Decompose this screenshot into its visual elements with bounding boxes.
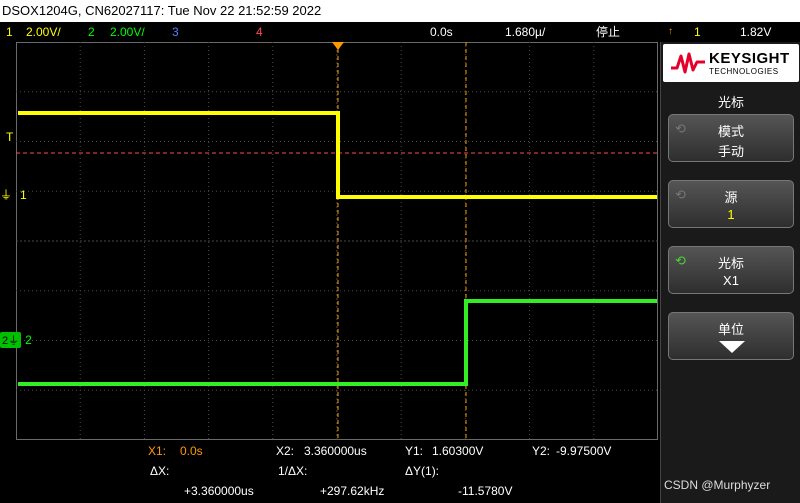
chevron-down-icon (719, 341, 745, 353)
x1-value: 0.0s (180, 444, 203, 458)
channel-status-bar: 1 2.00V/ 2 2.00V/ 3 4 0.0s 1.680µ/ 停止 ↑ … (0, 22, 800, 42)
watermark: CSDN @Murphyzer (664, 478, 771, 492)
softkey-units[interactable]: 单位 (668, 312, 794, 360)
softkey-mode[interactable]: ⟲ 模式 手动 (668, 114, 794, 162)
delta-y-label: ΔY(1): (405, 464, 440, 478)
x1-label: X1: (148, 444, 167, 458)
softkey-value: 手动 (717, 144, 744, 159)
ch4-number[interactable]: 4 (256, 22, 263, 42)
ch1-number[interactable]: 1 (6, 22, 13, 42)
softkey-label: 光标 (717, 256, 744, 271)
trigger-level[interactable]: 1.82V (740, 22, 771, 42)
menu-title: 光标 (717, 95, 744, 110)
keysight-logo: KEYSIGHT TECHNOLOGIES (663, 44, 799, 82)
ch3-number[interactable]: 3 (172, 22, 179, 42)
ch1-ground-marker[interactable]: ⏚ 1 (0, 186, 27, 203)
keysight-wave-icon (671, 52, 705, 74)
ch1-waveform (18, 111, 657, 199)
run-state[interactable]: 停止 (596, 22, 620, 42)
delta-y-value: -11.5780V (458, 484, 513, 498)
ch1-scale[interactable]: 2.00V/ (26, 22, 61, 42)
grid-lines (16, 42, 658, 440)
brand-subtitle: TECHNOLOGIES (709, 67, 779, 76)
softkey-cursors[interactable]: ⟲ 光标 X1 (668, 246, 794, 294)
brand-name: KEYSIGHT (709, 50, 790, 67)
delta-x-label: ΔX: (150, 464, 170, 478)
y1-label: Y1: (405, 444, 424, 458)
ch2-ground-marker[interactable]: 2⏚ 2 (0, 332, 32, 348)
inv-delta-x-label: 1/ΔX: (278, 464, 308, 478)
ch2-number[interactable]: 2 (88, 22, 95, 42)
x2-value: 3.360000us (304, 444, 367, 458)
time-offset[interactable]: 0.0s (430, 22, 453, 42)
time-scale[interactable]: 1.680µ/ (505, 22, 545, 42)
inv-delta-x-value: +297.62kHz (320, 484, 385, 498)
ch2-marker-box: 2⏚ (0, 332, 22, 348)
softkey-label: 单位 (717, 322, 744, 337)
softkey-panel: KEYSIGHT TECHNOLOGIES 光标 ⟲ 模式 手动 ⟲ 源 1 ⟲… (660, 42, 800, 503)
trigger-edge-icon: ↑ (668, 26, 673, 37)
y2-label: Y2: (532, 444, 551, 458)
x2-label: X2: (276, 444, 295, 458)
ch2-scale[interactable]: 2.00V/ (110, 22, 145, 42)
waveform-display[interactable]: T ⏚ 1 2⏚ 2 (0, 42, 660, 440)
softkey-value: 1 (727, 207, 735, 222)
y1-value: 1.60300V (432, 444, 484, 458)
waveform-plot (16, 42, 658, 440)
softkey-value: X1 (723, 273, 739, 288)
delta-x-value: +3.360000us (184, 484, 254, 498)
trigger-level-marker: T (6, 130, 14, 144)
ch1-marker-label: 1 (20, 188, 27, 202)
softkey-label: 源 (724, 190, 738, 205)
title-bar: DSOX1204G, CN62027117: Tue Nov 22 21:52:… (0, 0, 800, 22)
softkey-source[interactable]: ⟲ 源 1 (668, 180, 794, 228)
y2-value: -9.97500V (556, 444, 612, 458)
softkey-label: 模式 (717, 124, 744, 139)
ch2-marker-label: 2 (25, 333, 32, 347)
trigger-channel[interactable]: 1 (694, 22, 701, 42)
cursor-readout: X1: 0.0s X2: 3.360000us Y1: 1.60300V Y2:… (0, 442, 660, 503)
